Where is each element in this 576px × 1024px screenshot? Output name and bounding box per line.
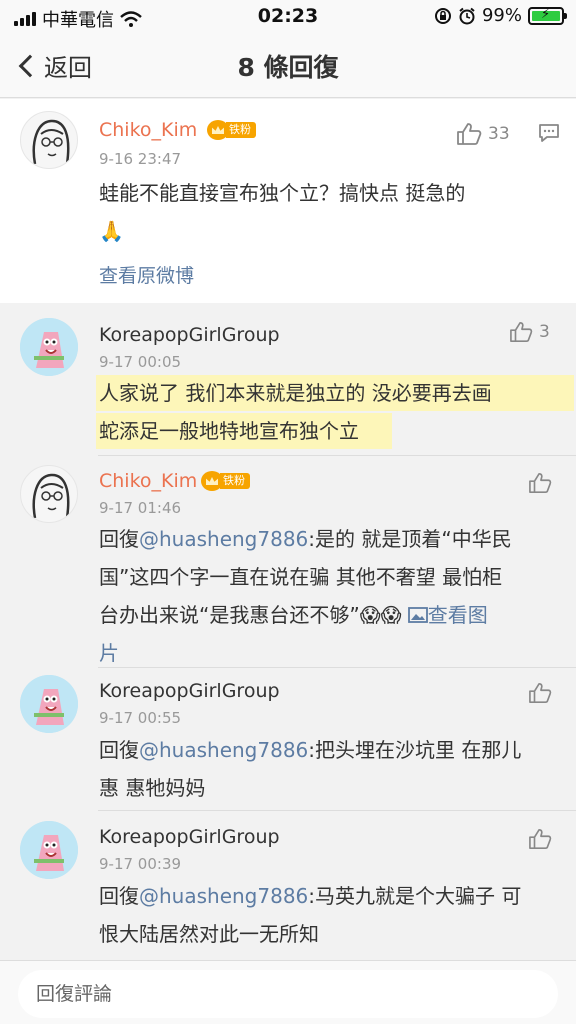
reply-text-line: 台办出来说“是我惠台还不够” [99, 603, 360, 627]
avatar-cartoon-icon [20, 318, 78, 376]
see-original-link[interactable]: 查看原微博 [99, 261, 194, 288]
comment-text: 蛙能不能直接宣布独个立？搞快点 挺急的 🙏 [99, 174, 549, 250]
avatar[interactable] [20, 821, 78, 879]
comment-time: 9-16 23:47 [99, 150, 182, 168]
comment-text-line: 蛙能不能直接宣布独个立？搞快点 挺急的 [99, 181, 466, 205]
reply-prefix: 回復 [99, 738, 139, 762]
username[interactable]: KoreapopGirlGroup [99, 826, 280, 848]
reply-text-line: 惠 惠牠妈妈 [99, 776, 206, 800]
reply-time: 9-17 00:05 [99, 353, 182, 371]
reply-text-line: :是的 就是顶着“中华民 [308, 527, 512, 551]
reply-text-line: 恨大陆居然对此一无所知 [99, 922, 319, 946]
comment-icon[interactable] [538, 123, 560, 143]
avatar-cartoon-icon [20, 821, 78, 879]
like-count: 3 [539, 322, 550, 342]
fan-badge: 铁粉 [201, 471, 250, 491]
mention-link[interactable]: @huasheng7886 [139, 738, 308, 762]
like-button[interactable] [528, 472, 552, 494]
like-count: 33 [488, 124, 510, 144]
back-label: 返回 [44, 54, 92, 82]
username[interactable]: KoreapopGirlGroup [99, 680, 280, 702]
main-comment: Chiko_Kim 铁粉 9-16 23:47 33 蛙能不能直接宣布独个立？搞… [0, 99, 576, 303]
reply-text-line: 人家说了 我们本来就是独立的 没必要再去画 [99, 381, 492, 405]
thumbs-up-icon [529, 473, 552, 493]
avatar-cartoon-icon [20, 675, 78, 733]
battery-icon: ⚡ [528, 6, 567, 25]
badge-label: 铁粉 [226, 122, 256, 138]
reply-text-line: :马英九就是个大骗子 可 [308, 884, 522, 908]
like-button[interactable] [528, 682, 552, 704]
divider [98, 455, 576, 456]
reply-prefix: 回復 [99, 884, 139, 908]
username[interactable]: Chiko_Kim [99, 470, 197, 492]
fan-badge: 铁粉 [207, 120, 256, 140]
thumbs-up-icon [510, 322, 533, 342]
reply-text: 回復@huasheng7886:马英九就是个大骗子 可 恨大陆居然对此一无所知 [99, 877, 559, 953]
chevron-left-icon [18, 54, 42, 77]
reply-text: 回復@huasheng7886:把头埋在沙坑里 在那儿 惠 惠牠妈妈 [99, 731, 559, 807]
orientation-lock-icon [434, 7, 451, 24]
avatar-sketch-icon [32, 473, 70, 519]
reply-time: 9-17 01:46 [99, 499, 182, 517]
status-bar: 中華電信 02:23 99% ⚡ [0, 0, 576, 32]
reply-time: 9-17 00:39 [99, 855, 182, 873]
battery-percent: 99% [481, 5, 522, 26]
thumbs-up-icon [529, 829, 552, 849]
reply-text: 回復@huasheng7886:是的 就是顶着“中华民 国”这四个字一直在说在骗… [99, 520, 559, 672]
avatar[interactable] [20, 111, 78, 169]
crown-icon [201, 471, 223, 491]
reply-text-line: 国”这四个字一直在说在骗 其他不奢望 最怕柜 [99, 565, 503, 589]
avatar-sketch-icon [32, 119, 70, 165]
like-button[interactable] [528, 828, 552, 850]
shocked-emoji: 😱😱 [359, 603, 402, 627]
reply-text: 人家说了 我们本来就是独立的 没必要再去画 蛇添足一般地特地宣布独个立 [99, 374, 549, 450]
reply-prefix: 回復 [99, 527, 139, 551]
status-right: 99% ⚡ [434, 5, 567, 26]
pray-emoji: 🙏 [99, 219, 124, 243]
back-button[interactable]: 返回 [14, 48, 92, 83]
like-button[interactable]: 3 [509, 321, 550, 343]
like-button[interactable]: 33 [456, 122, 510, 146]
username[interactable]: KoreapopGirlGroup [99, 324, 280, 346]
mention-link[interactable]: @huasheng7886 [139, 527, 308, 551]
thumbs-up-icon [457, 123, 482, 145]
image-icon [407, 607, 428, 623]
reply-text-line: 蛇添足一般地特地宣布独个立 [99, 419, 359, 443]
alarm-icon [459, 7, 475, 24]
avatar[interactable] [20, 465, 78, 523]
avatar[interactable] [20, 318, 78, 376]
view-image-label: 查看图 [427, 603, 488, 627]
comment-bar [0, 960, 576, 1024]
mention-link[interactable]: @huasheng7886 [139, 884, 308, 908]
nav-bar: 返回 8 條回復 [0, 32, 576, 98]
avatar[interactable] [20, 675, 78, 733]
reply-comment-input[interactable] [18, 970, 558, 1018]
reply-text-line: :把头埋在沙坑里 在那儿 [308, 738, 522, 762]
username[interactable]: Chiko_Kim [99, 119, 197, 141]
reply-list: KoreapopGirlGroup 9-17 00:05 3 人家说了 我们本来… [0, 305, 576, 960]
reply-time: 9-17 00:55 [99, 709, 182, 727]
crown-icon [207, 120, 229, 140]
badge-label: 铁粉 [220, 473, 250, 489]
divider [98, 810, 576, 811]
view-image-link[interactable]: 查看图 [407, 603, 488, 627]
thumbs-up-icon [529, 683, 552, 703]
divider [98, 667, 576, 668]
